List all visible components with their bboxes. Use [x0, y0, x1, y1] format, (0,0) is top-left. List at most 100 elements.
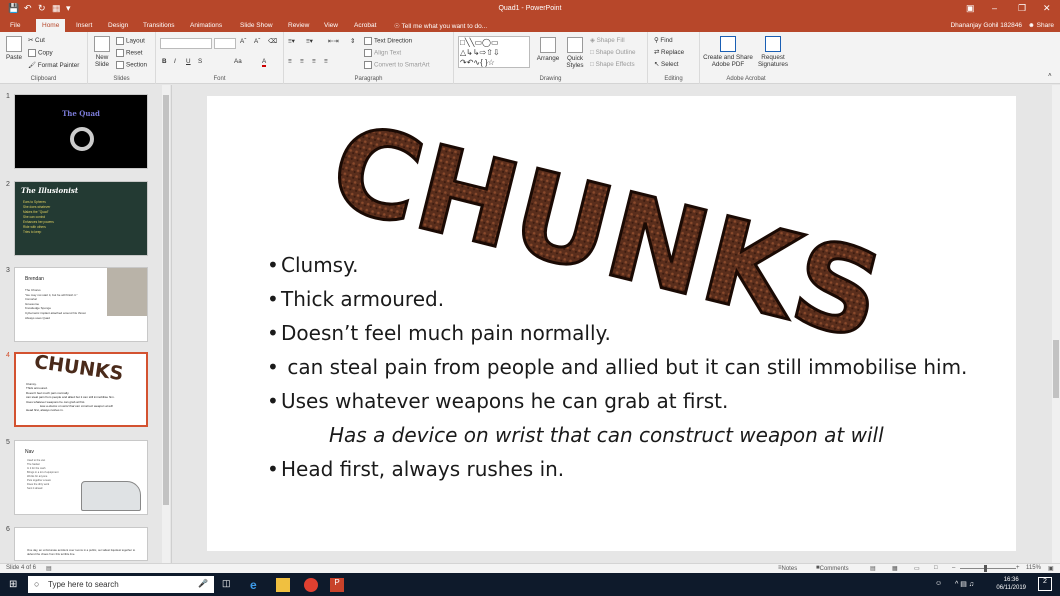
- slide-thumbnail-1[interactable]: The Quad: [14, 94, 148, 169]
- bullet-sub-item[interactable]: Has a device on wrist that can construct…: [329, 423, 884, 447]
- microphone-icon[interactable]: 🎤: [198, 579, 208, 588]
- tab-review[interactable]: Review: [288, 22, 309, 29]
- zoom-level[interactable]: 115%: [1026, 565, 1041, 571]
- reset-button[interactable]: Reset: [116, 49, 142, 57]
- justify-icon[interactable]: ≡: [324, 58, 328, 65]
- ribbon-display-options-icon[interactable]: ▣: [966, 3, 975, 14]
- arrange-button[interactable]: Arrange: [536, 37, 560, 62]
- align-right-icon[interactable]: ≡: [312, 58, 316, 65]
- quick-styles-button[interactable]: Quick Styles: [562, 37, 588, 69]
- taskbar-search-box[interactable]: ○ Type here to search 🎤: [28, 576, 214, 593]
- notification-center-icon[interactable]: 2: [1038, 577, 1052, 591]
- format-painter-button[interactable]: 🖌 Format Painter: [28, 61, 79, 69]
- indent-icon[interactable]: ⇤⇥: [328, 38, 339, 45]
- windows-start-icon[interactable]: ⊞: [9, 579, 17, 590]
- select-button[interactable]: ↖ Select: [654, 61, 679, 68]
- align-left-icon[interactable]: ≡: [288, 58, 292, 65]
- slide-thumbnail-6[interactable]: One day, an unfortunate accident over ro…: [14, 527, 148, 561]
- font-name-input[interactable]: [160, 38, 212, 49]
- people-icon[interactable]: ☺: [935, 580, 942, 587]
- shape-fill-button[interactable]: ◈ Shape Fill: [590, 37, 625, 44]
- slide-thumbnail-3[interactable]: Brendan The Chorus "He may not start it, …: [14, 267, 148, 342]
- tab-file[interactable]: File: [10, 22, 20, 29]
- font-color-button[interactable]: A: [262, 58, 267, 67]
- tab-design[interactable]: Design: [108, 22, 128, 29]
- minimize-icon[interactable]: –: [992, 3, 997, 13]
- align-text-button[interactable]: Align Text: [364, 49, 401, 57]
- bullet-item[interactable]: • Doesn’t feel much pain normally.: [267, 321, 611, 345]
- slide-show-icon[interactable]: □: [934, 565, 938, 571]
- text-direction-button[interactable]: Text Direction: [364, 37, 412, 45]
- zoom-slider[interactable]: [960, 568, 1016, 569]
- close-icon[interactable]: ✕: [1043, 3, 1051, 14]
- bullet-item[interactable]: • can steal pain from people and allied …: [267, 355, 967, 379]
- tab-view[interactable]: View: [324, 22, 338, 29]
- tray-icons[interactable]: ^ ▤ ♫: [955, 580, 974, 588]
- align-center-icon[interactable]: ≡: [300, 58, 304, 65]
- restore-icon[interactable]: ❐: [1018, 3, 1026, 14]
- thumbnail-scrollbar[interactable]: [162, 85, 170, 563]
- shape-outline-button[interactable]: □ Shape Outline: [590, 49, 635, 56]
- font-size-input[interactable]: [214, 38, 236, 49]
- chrome-icon[interactable]: [304, 578, 318, 592]
- share-button[interactable]: ☻ Share: [1028, 22, 1054, 29]
- zoom-slider-handle[interactable]: [984, 565, 987, 572]
- shape-effects-button[interactable]: □ Shape Effects: [590, 61, 635, 68]
- bold-button[interactable]: B: [162, 58, 167, 65]
- fit-slide-icon[interactable]: ▣: [1048, 565, 1054, 572]
- edge-browser-icon[interactable]: e: [250, 578, 264, 592]
- notes-button[interactable]: ≡ Notes: [778, 565, 797, 572]
- find-button[interactable]: ⚲ Find: [654, 37, 673, 44]
- file-explorer-icon[interactable]: [276, 578, 290, 592]
- tab-insert[interactable]: Insert: [76, 22, 92, 29]
- create-share-pdf-button[interactable]: Create and Share Adobe PDF: [702, 36, 754, 68]
- editor-scroll-thumb[interactable]: [1053, 340, 1059, 398]
- cut-button[interactable]: ✂ Cut: [28, 37, 45, 44]
- comments-button[interactable]: ■ Comments: [816, 565, 849, 572]
- zoom-out-icon[interactable]: –: [952, 565, 955, 571]
- user-name[interactable]: Dhananjay Gohil 182846: [950, 22, 1022, 29]
- copy-button[interactable]: Copy: [28, 49, 53, 57]
- thumbnail-scroll-thumb[interactable]: [163, 95, 169, 505]
- convert-smartart-button[interactable]: Convert to SmartArt: [364, 61, 430, 69]
- replace-button[interactable]: ⇄ Replace: [654, 49, 684, 56]
- new-slide-button[interactable]: New Slide: [90, 36, 114, 68]
- bullets-icon[interactable]: ≡▾: [288, 38, 295, 45]
- task-view-icon[interactable]: ◫: [222, 578, 236, 592]
- slide-thumbnail-4[interactable]: CHUNKS Clumsy. Thick armoured. Doesn't fee…: [14, 352, 148, 427]
- tab-home[interactable]: Home: [36, 19, 66, 32]
- increase-font-icon[interactable]: Aˆ: [240, 38, 246, 45]
- tab-animations[interactable]: Animations: [190, 22, 222, 29]
- clear-formatting-icon[interactable]: ⌫: [268, 38, 277, 45]
- paste-button[interactable]: Paste: [4, 36, 24, 61]
- tab-slide-show[interactable]: Slide Show: [240, 22, 273, 29]
- tab-transitions[interactable]: Transitions: [143, 22, 175, 29]
- bullet-item[interactable]: • Head first, always rushes in.: [267, 457, 564, 481]
- tell-me-search[interactable]: ☉ Tell me what you want to do...: [394, 22, 487, 30]
- reading-view-icon[interactable]: ▭: [914, 565, 920, 572]
- section-button[interactable]: Section: [116, 61, 147, 69]
- layout-button[interactable]: Layout: [116, 37, 145, 45]
- collapse-ribbon-icon[interactable]: ˄: [1048, 72, 1052, 79]
- request-signatures-button[interactable]: Request Signatures: [756, 36, 790, 68]
- taskbar-clock[interactable]: 16:36 06/11/2019: [996, 576, 1026, 592]
- shapes-gallery[interactable]: □╲╲▭◯▭ △↳↳⇨⇧⇩ ↷↶∿{ }☆: [458, 36, 530, 68]
- slide-thumbnail-5[interactable]: Nav Used to the van The hacker In it for t…: [14, 440, 148, 515]
- editor-scrollbar[interactable]: [1052, 85, 1060, 563]
- slide-canvas[interactable]: CHUNKS • Clumsy. • Thick armoured. • Doesn’…: [207, 96, 1016, 551]
- tab-acrobat[interactable]: Acrobat: [354, 22, 376, 29]
- spelling-icon[interactable]: ▤: [46, 565, 52, 572]
- shadow-button[interactable]: S: [198, 58, 202, 65]
- slide-sorter-icon[interactable]: ▦: [892, 565, 898, 572]
- change-case-button[interactable]: Aa: [234, 58, 242, 65]
- bullet-item[interactable]: • Clumsy.: [267, 253, 358, 277]
- italic-button[interactable]: I: [174, 58, 176, 65]
- numbering-icon[interactable]: ≡▾: [306, 38, 313, 45]
- zoom-in-icon[interactable]: +: [1016, 565, 1020, 571]
- bullet-item[interactable]: • Uses whatever weapons he can grab at fi…: [267, 389, 728, 413]
- bullet-item[interactable]: • Thick armoured.: [267, 287, 444, 311]
- decrease-font-icon[interactable]: Aˇ: [254, 38, 260, 45]
- normal-view-icon[interactable]: ▤: [870, 565, 876, 572]
- slide-thumbnail-2[interactable]: The Illusionist Ears to Spheres She does …: [14, 181, 148, 256]
- underline-button[interactable]: U: [186, 58, 191, 65]
